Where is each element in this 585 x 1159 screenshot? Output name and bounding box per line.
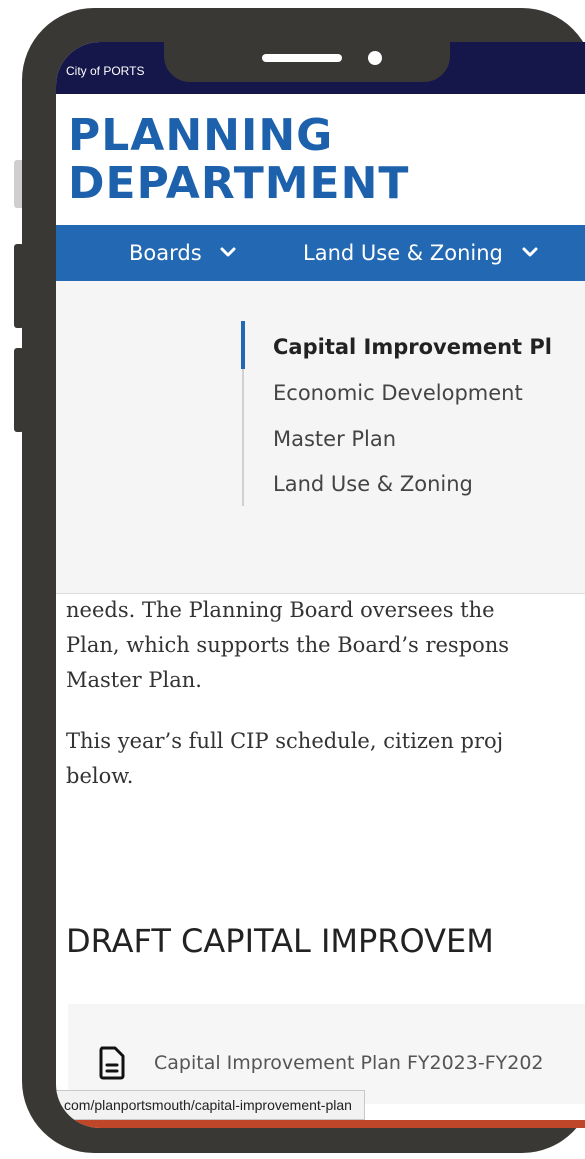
- section-title: DRAFT CAPITAL IMPROVEM: [66, 922, 494, 960]
- body-text-line: This year’s full CIP schedule, citizen p…: [66, 729, 504, 753]
- camera-dot: [368, 51, 382, 65]
- body-text-line: Master Plan.: [66, 668, 202, 692]
- submenu-link-capital-improvement-plan[interactable]: Capital Improvement Pl: [273, 335, 552, 359]
- document-link[interactable]: Capital Improvement Plan FY2023-FY202: [68, 1004, 585, 1104]
- speaker-grille: [262, 54, 342, 62]
- nav-item-land-use-zoning[interactable]: Land Use & Zoning: [303, 241, 538, 265]
- section-submenu: Capital Improvement Pl Economic Developm…: [56, 281, 585, 594]
- document-link-label: Capital Improvement Plan FY2023-FY202: [154, 1052, 544, 1074]
- document-icon: [98, 1046, 126, 1080]
- chevron-down-icon: [522, 243, 538, 262]
- body-text-line: Plan, which supports the Board’s respons: [66, 633, 510, 657]
- main-nav: Boards Land Use & Zoning: [56, 225, 585, 281]
- submenu-link-master-plan[interactable]: Master Plan: [273, 427, 396, 451]
- footer-accent-band: [56, 1120, 585, 1128]
- nav-item-boards[interactable]: Boards: [129, 241, 236, 265]
- phone-screen: City of PORTS PLANNING DEPARTMENT Boards…: [56, 42, 585, 1128]
- submenu-link-land-use-zoning[interactable]: Land Use & Zoning: [273, 472, 473, 496]
- phone-notch: [164, 42, 450, 82]
- body-text-line: below.: [66, 764, 134, 788]
- city-name[interactable]: City of PORTS: [66, 64, 144, 78]
- brand-line-2: DEPARTMENT: [68, 158, 410, 209]
- brand-line-1: PLANNING: [68, 110, 334, 161]
- nav-item-label: Boards: [129, 241, 202, 265]
- body-text-line: needs. The Planning Board oversees the: [66, 598, 495, 622]
- submenu-link-economic-development[interactable]: Economic Development: [273, 381, 523, 405]
- nav-item-label: Land Use & Zoning: [303, 241, 503, 265]
- submenu-active-indicator: [241, 321, 245, 369]
- status-url-tooltip: com/planportsmouth/capital-improvement-p…: [56, 1090, 365, 1120]
- site-logo[interactable]: PLANNING DEPARTMENT: [68, 112, 409, 208]
- chevron-down-icon: [220, 243, 236, 262]
